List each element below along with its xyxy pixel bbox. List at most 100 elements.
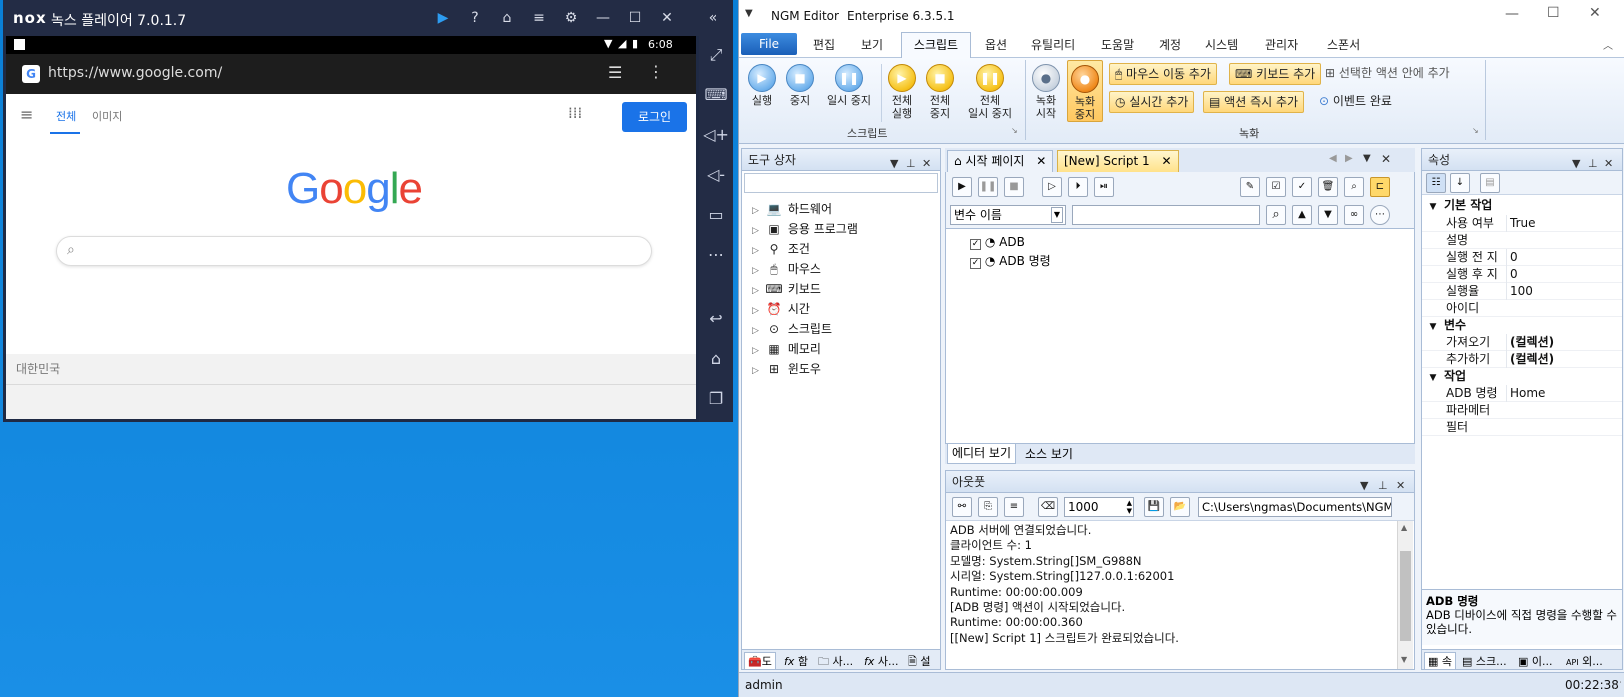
- category-variables[interactable]: ▼ 변수: [1422, 317, 1622, 334]
- tab-functions[interactable]: fx 함: [784, 653, 808, 669]
- tab-settings[interactable]: 🗎 설: [908, 653, 930, 672]
- delete-icon[interactable]: 🗑: [1318, 177, 1338, 197]
- tab-script[interactable]: ▤ 스크...: [1462, 653, 1507, 669]
- more-options-icon[interactable]: ⋯: [1370, 205, 1390, 225]
- output-scrollbar[interactable]: ▲ ▼: [1397, 521, 1413, 669]
- property-pages-icon[interactable]: ▤: [1480, 173, 1500, 193]
- prop-row[interactable]: 가져오기 (컬렉션): [1422, 334, 1622, 351]
- pin-icon[interactable]: ⊥: [906, 153, 916, 175]
- add-mouse-move-button[interactable]: 🖱 마우스 이동 추가: [1109, 63, 1217, 85]
- scroll-down-icon[interactable]: ▼: [1401, 655, 1407, 664]
- copy-icon[interactable]: ⎘: [978, 497, 998, 517]
- pause-button[interactable]: ❚❚ 일시 중지: [821, 64, 877, 107]
- tab-editor-view[interactable]: 에디터 보기: [947, 444, 1017, 464]
- maximize-icon[interactable]: ☐: [1547, 5, 1560, 21]
- collapse-ribbon-icon[interactable]: ︿: [1603, 37, 1613, 52]
- tab-source-view[interactable]: 소스 보기: [1025, 445, 1073, 463]
- overflow-menu-icon[interactable]: ⋮: [648, 62, 664, 81]
- tab-images[interactable]: 이미지: [92, 108, 122, 124]
- scroll-right-icon[interactable]: ▶: [1345, 153, 1353, 164]
- prop-row[interactable]: 실행율 100: [1422, 283, 1622, 300]
- search-icon[interactable]: ⌕: [1266, 205, 1286, 225]
- prop-value[interactable]: (컬렉션): [1506, 351, 1620, 368]
- pause-all-button[interactable]: ❚❚ 전체 일시 중지: [961, 64, 1019, 120]
- home-icon[interactable]: ⌂: [699, 344, 733, 374]
- tab-new-script-1[interactable]: [New] Script 1 ✕: [1057, 150, 1179, 172]
- play-icon[interactable]: ▶: [952, 177, 972, 197]
- keyboard-mapping-icon[interactable]: ⌨: [699, 80, 733, 110]
- prop-value[interactable]: True: [1506, 215, 1620, 232]
- action-item-adb[interactable]: ✓ ◔ ADB: [970, 233, 1025, 251]
- close-icon[interactable]: ✕: [1381, 152, 1391, 166]
- tab-image[interactable]: ▣ 이...: [1518, 653, 1553, 669]
- close-icon[interactable]: ✕: [657, 8, 677, 28]
- arrow-down-icon[interactable]: ▼: [1318, 205, 1338, 225]
- search-icon[interactable]: ⌕: [1344, 177, 1364, 197]
- connect-icon[interactable]: ⚯: [952, 497, 972, 517]
- prop-row[interactable]: 추가하기 (컬렉션): [1422, 351, 1622, 368]
- realtime-add-button[interactable]: ◷ 실시간 추가: [1109, 91, 1195, 113]
- tab-user-1[interactable]: 🗀 사...: [818, 653, 853, 672]
- tree-item-script[interactable]: ▷ ⊙ 스크립트: [752, 319, 832, 339]
- variable-value-input[interactable]: [1072, 205, 1260, 225]
- tab-toolbox[interactable]: 🧰도: [744, 652, 776, 670]
- dropdown-icon[interactable]: ▼: [890, 153, 898, 175]
- fullscreen-icon[interactable]: ⤢: [699, 40, 733, 70]
- run-all-button[interactable]: ▶ 전체 실행: [885, 64, 919, 120]
- stop-button[interactable]: ■ 중지: [783, 64, 817, 107]
- tab-list-icon[interactable]: ▼: [1363, 153, 1371, 164]
- stop-all-button[interactable]: ■ 전체 중지: [923, 64, 957, 120]
- close-icon[interactable]: ✕: [1589, 5, 1601, 21]
- collapse-sidebar-icon[interactable]: «: [703, 8, 723, 28]
- prop-row[interactable]: ADB 명령 Home: [1422, 385, 1622, 402]
- prop-value[interactable]: 0: [1506, 249, 1620, 266]
- apps-grid-icon[interactable]: ⁞⁞⁞: [568, 104, 582, 122]
- prop-value[interactable]: (컬렉션): [1506, 334, 1620, 351]
- resize-grip-icon[interactable]: ⋰: [1613, 674, 1622, 697]
- prop-row[interactable]: 필터: [1422, 419, 1622, 436]
- minimize-icon[interactable]: —: [593, 8, 613, 28]
- check-icon[interactable]: ✓: [1292, 177, 1312, 197]
- hamburger-menu-icon[interactable]: ≡: [20, 105, 33, 124]
- record-stop-button[interactable]: ● 녹화 중지: [1067, 60, 1103, 122]
- tree-view-icon[interactable]: ⊏: [1370, 177, 1390, 197]
- tab-external[interactable]: API 외...: [1566, 653, 1603, 669]
- url-text[interactable]: https://www.google.com/: [48, 65, 222, 81]
- prop-row[interactable]: 파라메터: [1422, 402, 1622, 419]
- variable-name-select[interactable]: 변수 이름 ▼: [950, 205, 1066, 225]
- prop-value[interactable]: 0: [1506, 266, 1620, 283]
- close-icon[interactable]: ✕: [922, 153, 931, 175]
- run-from-icon[interactable]: ⏵: [1068, 177, 1088, 197]
- help-icon[interactable]: ?: [465, 8, 485, 28]
- menu-system[interactable]: 시스템: [1205, 36, 1238, 53]
- action-item-adb-command[interactable]: ✓ ◔ ADB 명령: [970, 252, 1051, 270]
- screen-icon[interactable]: ▭: [699, 200, 733, 230]
- tree-item-memory[interactable]: ▷ ▦ 메모리: [752, 339, 821, 359]
- menu-sponsor[interactable]: 스폰서: [1327, 36, 1360, 53]
- chevron-down-icon[interactable]: ▼: [1422, 199, 1444, 216]
- record-start-button[interactable]: ● 녹화 시작: [1029, 64, 1063, 120]
- volume-up-icon[interactable]: ◁+: [699, 120, 733, 150]
- category-basic[interactable]: ▼ 기본 작업: [1422, 197, 1622, 214]
- max-lines-stepper[interactable]: 1000 ▲ ▼: [1064, 497, 1134, 517]
- prop-row[interactable]: 아이디: [1422, 300, 1622, 317]
- maximize-icon[interactable]: ☐: [625, 8, 645, 28]
- tree-item-window[interactable]: ▷ ⊞ 윈도우: [752, 359, 821, 379]
- stop-icon[interactable]: ■: [1004, 177, 1024, 197]
- skin-icon[interactable]: ⌂: [497, 8, 517, 28]
- add-to-selected-action-button[interactable]: ⊞ 선택한 액션 안에 추가: [1321, 63, 1454, 85]
- event-complete-button[interactable]: ⊙ 이벤트 완료: [1315, 91, 1396, 113]
- arrow-up-icon[interactable]: ▲: [1292, 205, 1312, 225]
- categorized-icon[interactable]: ☷: [1426, 173, 1446, 193]
- close-icon[interactable]: ✕: [1036, 154, 1046, 168]
- scroll-thumb[interactable]: [1400, 551, 1411, 641]
- tabs-icon[interactable]: ☰: [608, 63, 622, 82]
- run-button[interactable]: ▶ 실행: [745, 64, 779, 107]
- menu-icon[interactable]: ≡: [529, 8, 549, 28]
- back-icon[interactable]: ↩: [699, 304, 733, 334]
- loop-icon[interactable]: ∞: [1344, 205, 1364, 225]
- menu-options[interactable]: 옵션: [985, 36, 1007, 53]
- add-action-now-button[interactable]: ▤ 액션 즉시 추가: [1203, 91, 1305, 113]
- menu-script[interactable]: 스크립트: [901, 32, 971, 59]
- group-expand-icon[interactable]: ↘: [1011, 126, 1018, 135]
